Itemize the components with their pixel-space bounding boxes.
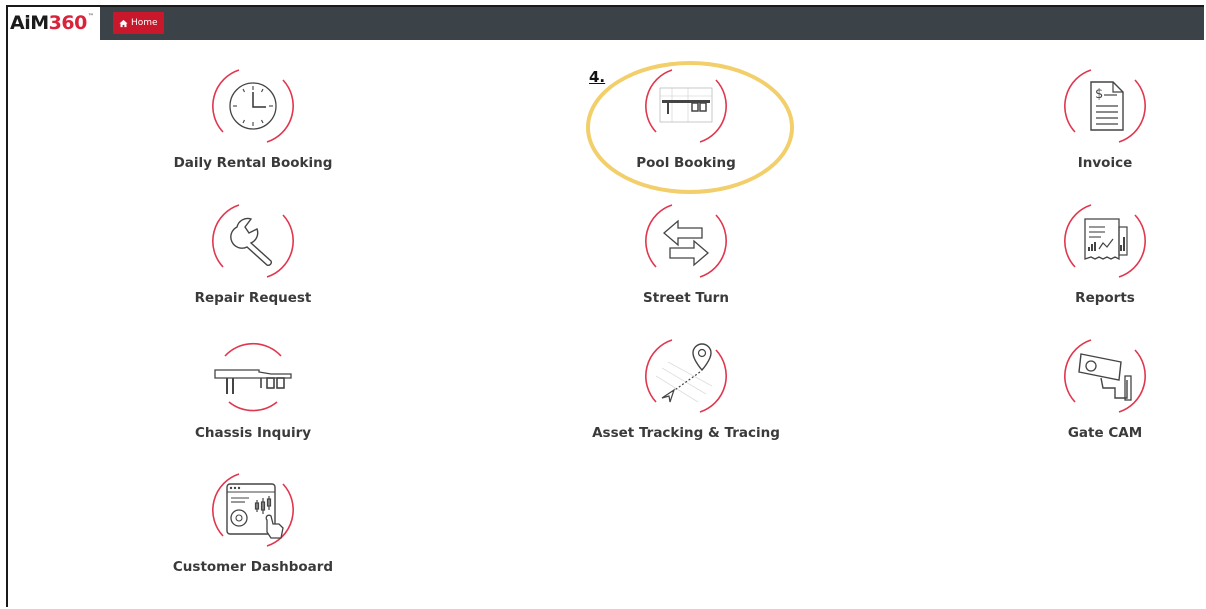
dashboard-icon [209,466,297,554]
home-button-label: Home [131,18,158,28]
home-icon [119,19,128,27]
tile-label: Pool Booking [636,155,736,171]
tile-reports[interactable]: Reports [995,197,1204,327]
svg-text:$: $ [1095,87,1103,102]
tile-daily-rental-booking[interactable]: Daily Rental Booking [143,62,363,192]
aim360-logo[interactable]: AiM360™ [8,7,100,40]
tile-gate-cam[interactable]: Gate CAM [995,332,1204,462]
arrows-left-right-icon [642,197,730,285]
tile-label: Invoice [1077,155,1133,171]
annotation-step-label: 4. [589,68,606,86]
tile-repair-request[interactable]: Repair Request [143,197,363,327]
tile-pool-booking[interactable]: Pool Booking [576,62,796,192]
wrench-icon [209,197,297,285]
logo-text: AiM360™ [10,12,94,34]
clock-icon [209,62,297,150]
home-button[interactable]: Home [113,12,164,34]
app-window: AiM360™ Home Daily Rental Booking Pool B… [6,5,1204,607]
security-camera-icon [1061,332,1149,420]
tile-label: Gate CAM [1067,425,1143,441]
tile-label: Chassis Inquiry [194,425,312,441]
reports-icon [1061,197,1149,285]
tile-chassis-inquiry[interactable]: Chassis Inquiry [143,332,363,462]
tile-invoice[interactable]: $ Invoice [995,62,1204,192]
tile-customer-dashboard[interactable]: Customer Dashboard [143,466,363,596]
tile-label: Street Turn [643,290,729,306]
invoice-icon: $ [1061,62,1149,150]
tile-label: Reports [1075,290,1135,306]
location-pin-icon [642,332,730,420]
tile-label: Repair Request [194,290,312,306]
chassis-pool-icon [642,62,730,150]
tile-asset-tracking-tracing[interactable]: Asset Tracking & Tracing [576,332,796,462]
tile-label: Daily Rental Booking [173,155,333,171]
tile-label: Customer Dashboard [172,559,334,575]
top-navbar: AiM360™ Home [8,7,1204,40]
tile-label: Asset Tracking & Tracing [592,425,780,441]
chassis-icon [209,332,297,420]
tile-street-turn[interactable]: Street Turn [576,197,796,327]
